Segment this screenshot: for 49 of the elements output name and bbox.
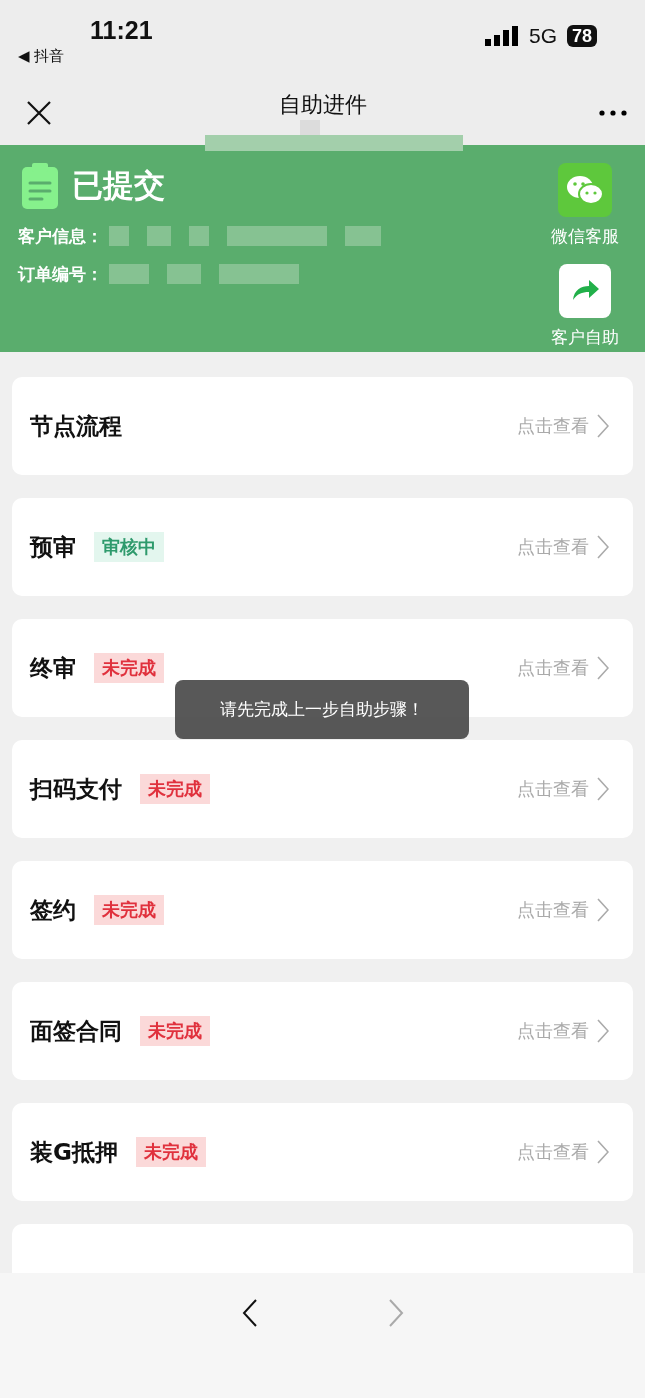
signal-icon bbox=[484, 26, 519, 46]
step-card[interactable]: 预审 审核中 点击查看 bbox=[12, 498, 633, 596]
step-title: 扫码支付 bbox=[30, 774, 122, 804]
step-title: 节点流程 bbox=[30, 411, 122, 441]
status-tag: 未完成 bbox=[94, 653, 164, 683]
chevron-right-icon[interactable] bbox=[597, 1019, 609, 1043]
chevron-right-icon[interactable] bbox=[597, 414, 609, 438]
battery-level: 78 bbox=[566, 25, 597, 47]
view-link[interactable]: 点击查看 bbox=[517, 898, 589, 922]
close-icon[interactable] bbox=[26, 99, 52, 126]
back-icon[interactable] bbox=[241, 1299, 258, 1327]
field-label: 订单编号： bbox=[18, 262, 103, 286]
action-label[interactable]: 客户自助 bbox=[551, 326, 619, 349]
view-link[interactable]: 点击查看 bbox=[517, 1140, 589, 1164]
chat-bubbles-icon[interactable] bbox=[558, 163, 612, 217]
chevron-right-icon[interactable] bbox=[597, 777, 609, 801]
status-tag: 审核中 bbox=[94, 532, 164, 562]
chevron-right-icon[interactable] bbox=[597, 535, 609, 559]
step-title: 签约 bbox=[30, 895, 76, 925]
view-link[interactable]: 点击查看 bbox=[517, 535, 589, 559]
chevron-right-icon[interactable] bbox=[597, 656, 609, 680]
submission-status: 已提交 bbox=[72, 166, 165, 205]
step-title: 预审 bbox=[30, 532, 76, 562]
step-title: 面签合同 bbox=[30, 1016, 122, 1046]
status-tag: 未完成 bbox=[140, 1016, 210, 1046]
field-label: 客户信息： bbox=[18, 224, 103, 248]
action-label[interactable]: 微信客服 bbox=[551, 225, 619, 248]
step-card[interactable]: 节点流程 点击查看 bbox=[12, 377, 633, 475]
step-card[interactable]: 面签合同 未完成 点击查看 bbox=[12, 982, 633, 1080]
step-title: 终审 bbox=[30, 653, 76, 683]
chevron-right-icon[interactable] bbox=[597, 898, 609, 922]
clipboard-icon bbox=[22, 163, 58, 209]
chevron-right-icon[interactable] bbox=[597, 1140, 609, 1164]
status-tag: 未完成 bbox=[135, 1137, 206, 1167]
step-card[interactable]: 扫码支付 未完成 点击查看 bbox=[12, 740, 633, 838]
view-link[interactable]: 点击查看 bbox=[517, 1019, 589, 1043]
network-type: 5G bbox=[528, 24, 557, 48]
status-tag: 未完成 bbox=[140, 774, 210, 804]
view-link[interactable]: 点击查看 bbox=[517, 656, 589, 680]
status-tag: 未完成 bbox=[94, 895, 164, 925]
step-card[interactable]: 签约 未完成 点击查看 bbox=[12, 861, 633, 959]
step-card[interactable]: 装G抵押 未完成 点击查看 bbox=[12, 1103, 633, 1201]
clock-time: 11:21 bbox=[90, 16, 153, 45]
view-link[interactable]: 点击查看 bbox=[517, 414, 589, 438]
view-link[interactable]: 点击查看 bbox=[517, 777, 589, 801]
more-icon[interactable] bbox=[599, 109, 627, 116]
back-to-app-link[interactable]: ◀ 抖音 bbox=[18, 47, 65, 66]
page-title: 自助进件 bbox=[278, 91, 367, 119]
step-title: 装G抵押 bbox=[30, 1137, 118, 1167]
